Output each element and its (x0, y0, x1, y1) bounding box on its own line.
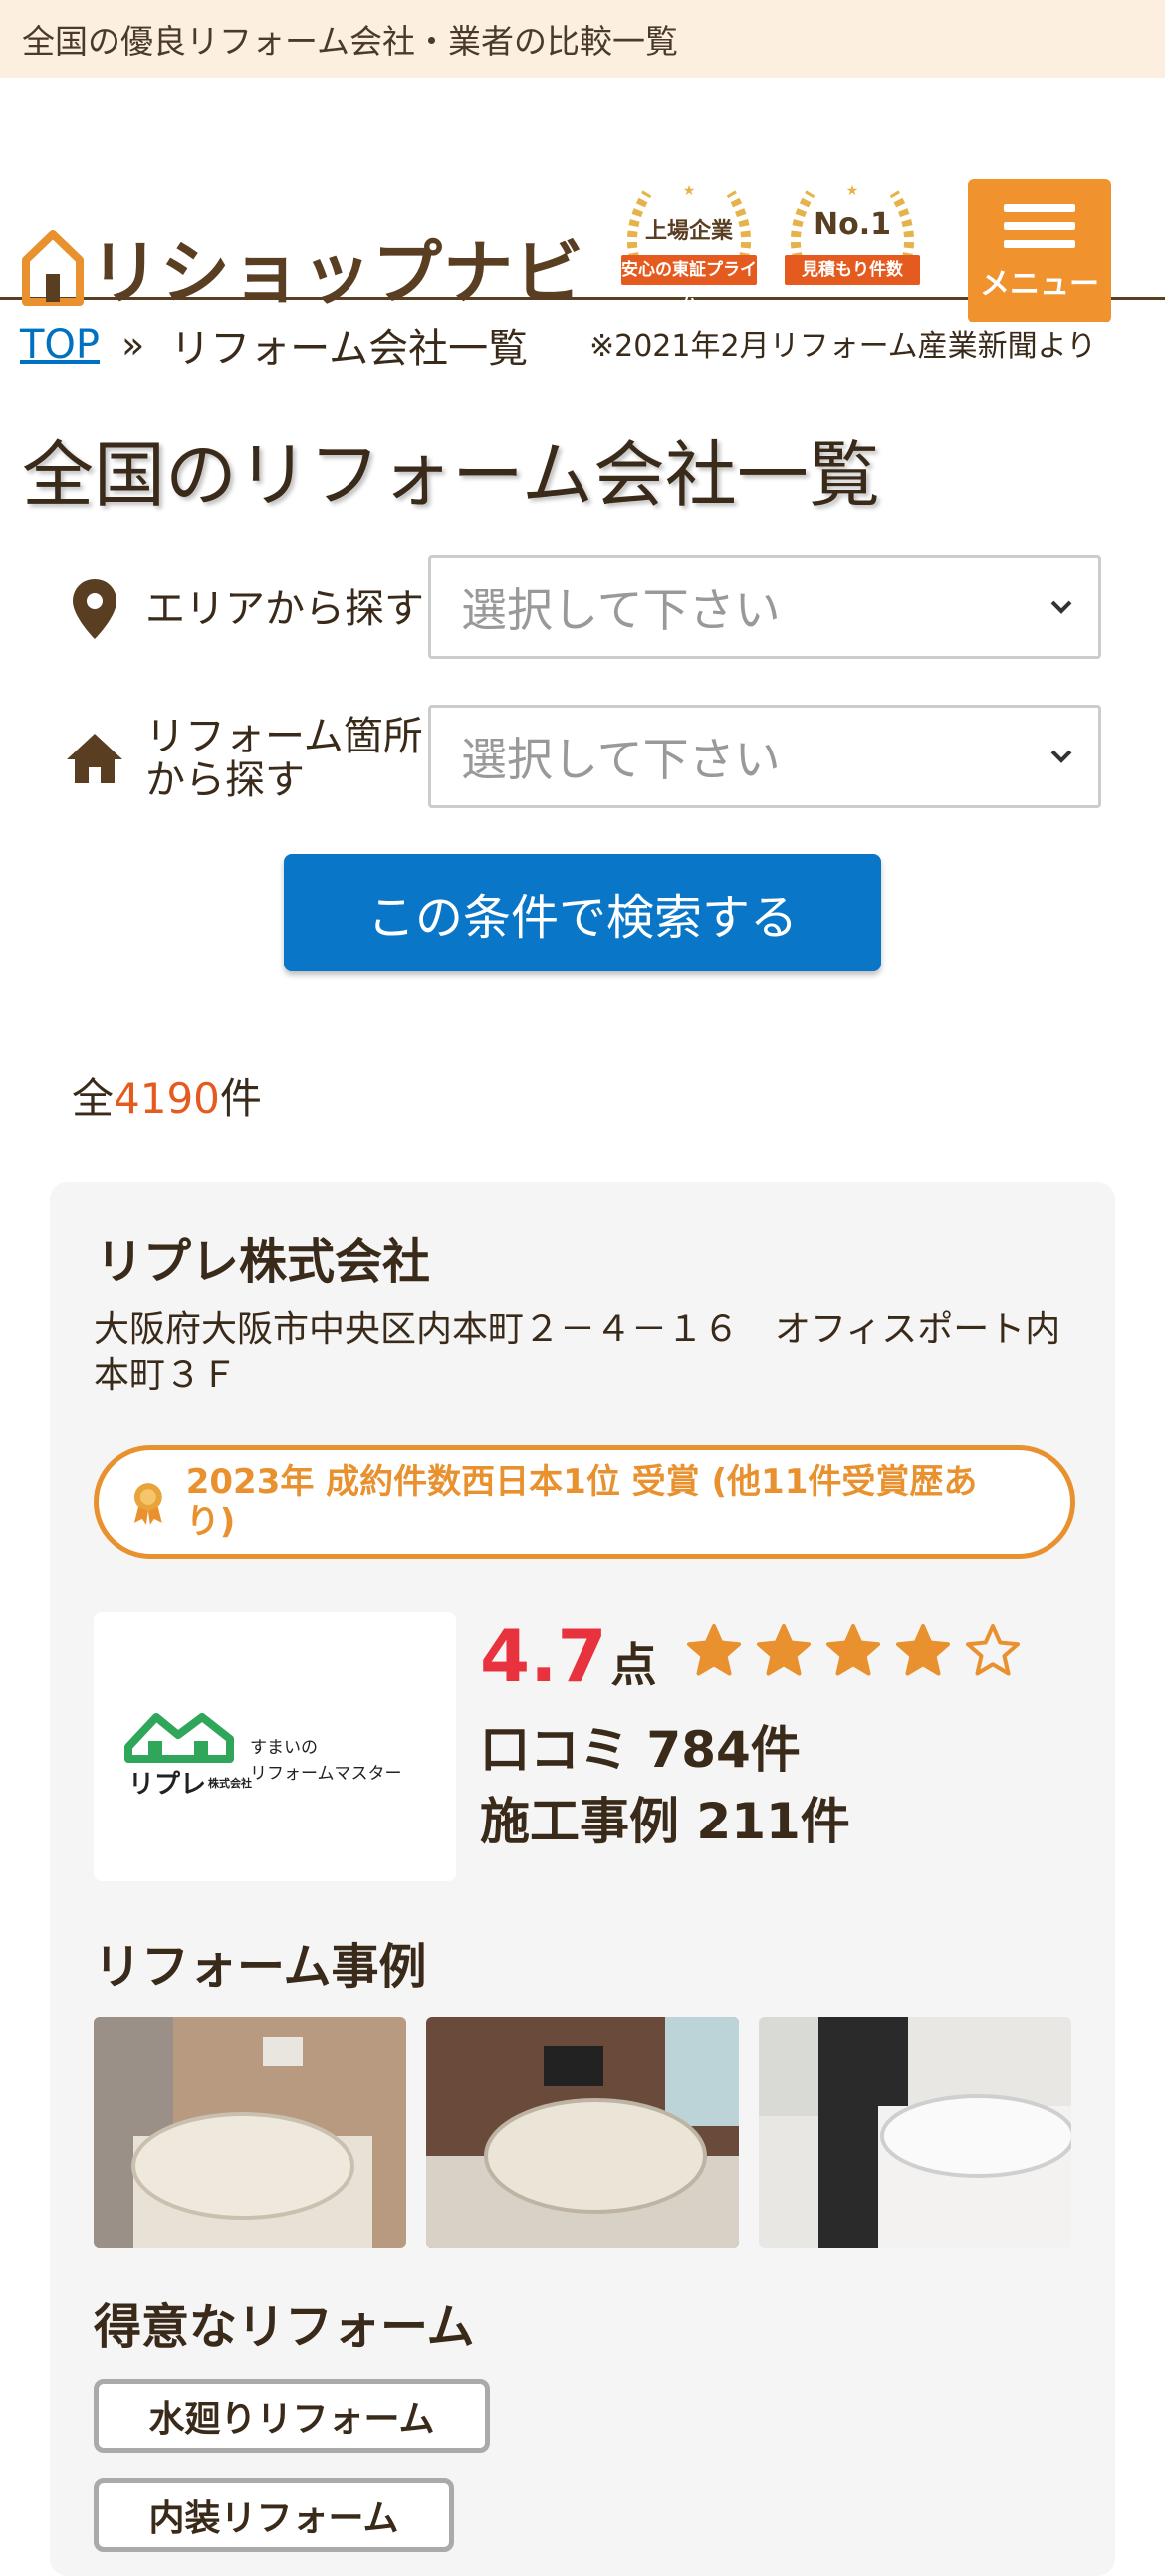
bathtub-photo-2 (426, 2017, 739, 2248)
cases-heading: リフォーム事例 (94, 1939, 427, 1995)
result-count-number: 4190 (114, 1074, 220, 1123)
logo-text: リショップナビ (90, 232, 584, 314)
part-filter-label: リフォーム箇所から探す (145, 714, 423, 803)
specialty-tag[interactable]: 内装リフォーム (94, 2478, 454, 2552)
award-badges: ★ 上場企業 安心の東証プライム ★ No.1 見積もり件数 (613, 179, 928, 310)
star-filled-icon (756, 1624, 811, 1676)
part-select[interactable]: 選択して下さい (428, 705, 1101, 808)
company-name[interactable]: リプレ株式会社 (96, 1222, 430, 1292)
specialty-heading: 得意なリフォーム (94, 2299, 475, 2355)
review-count[interactable]: 口コミ 784件 (480, 1710, 801, 1782)
hamburger-icon-bar (1004, 222, 1075, 230)
badge-ribbon: 見積もり件数 (785, 255, 920, 285)
medal-icon (133, 1483, 162, 1525)
chevron-down-icon (1050, 600, 1072, 614)
area-select-placeholder: 選択して下さい (461, 583, 781, 637)
rating-row: 4.7 点 (480, 1614, 1024, 1698)
menu-label: メニュー (980, 267, 1099, 302)
company-logo-tagline-1: すまいの (250, 1738, 318, 1758)
source-note: ※2021年2月リフォーム産業新聞より (589, 329, 1097, 364)
map-pin-icon (73, 579, 116, 639)
badge-title: 上場企業 (644, 219, 733, 244)
bathtub-photo-1 (94, 2017, 406, 2248)
menu-button[interactable]: メニュー (968, 179, 1111, 322)
star-empty-icon (965, 1624, 1020, 1676)
case-count[interactable]: 施工事例 211件 (480, 1782, 850, 1853)
breadcrumb-current: リフォーム会社一覧 (170, 326, 529, 372)
rating-score: 4.7 (480, 1614, 607, 1698)
badge-title: No.1 (814, 207, 891, 242)
star-filled-icon (686, 1624, 741, 1676)
company-logo-name: リプレ (128, 1770, 206, 1800)
specialty-tag[interactable]: 水廻りリフォーム (94, 2379, 490, 2453)
company-logo-suffix: 株式会社 (208, 1776, 252, 1790)
star-filled-icon (895, 1624, 950, 1676)
star-rating (683, 1621, 1024, 1681)
chevron-down-icon (1050, 750, 1072, 763)
no1-badge: ★ No.1 見積もり件数 (777, 179, 928, 301)
company-card[interactable]: リプレ株式会社 大阪府大阪市中央区内本町２－４－１６ オフィスポート内本町３Ｆ … (50, 1182, 1115, 2576)
case-photo[interactable] (759, 2017, 1071, 2248)
star-filled-icon (825, 1624, 880, 1676)
site-logo[interactable]: リショップナビ (22, 217, 584, 318)
breadcrumb-top-link[interactable]: TOP (20, 322, 100, 368)
top-banner: 全国の優良リフォーム会社・業者の比較一覧 (0, 0, 1165, 78)
result-count: 全4190件 (72, 1065, 262, 1126)
award-text: 2023年 成約件数西日本1位 受賞 (他11件受賞歴あり) (185, 1462, 978, 1542)
area-filter-label: エリアから探す (145, 586, 424, 632)
company-logo: リプレ 株式会社 すまいの リフォームマスター (94, 1612, 456, 1881)
bathtub-photo-3 (759, 2017, 1071, 2248)
company-address: 大阪府大阪市中央区内本町２－４－１６ オフィスポート内本町３Ｆ (94, 1309, 1061, 1395)
svg-text:★: ★ (846, 183, 859, 199)
area-filter-row: エリアから探す 選択して下さい (60, 555, 1105, 663)
badge-ribbon: 安心の東証プライム (621, 255, 757, 310)
page-title: 全国のリフォーム会社一覧 (22, 433, 880, 517)
part-filter-row: リフォーム箇所から探す 選択して下さい (60, 705, 1105, 812)
case-photo[interactable] (426, 2017, 739, 2248)
case-photo[interactable] (94, 2017, 406, 2248)
house-logo-icon (22, 229, 84, 306)
part-select-placeholder: 選択して下さい (461, 733, 781, 786)
svg-text:★: ★ (683, 183, 696, 199)
rating-unit: 点 (610, 1638, 657, 1692)
breadcrumb-separator: » (121, 323, 145, 367)
breadcrumb: TOP » リフォーム会社一覧 (20, 317, 528, 374)
company-logo-image: リプレ 株式会社 すまいの リフォームマスター (124, 1713, 402, 1800)
result-count-suffix: 件 (219, 1074, 262, 1123)
listed-company-badge: ★ 上場企業 安心の東証プライム (613, 179, 765, 310)
area-select[interactable]: 選択して下さい (428, 555, 1101, 659)
award-pill: 2023年 成約件数西日本1位 受賞 (他11件受賞歴あり) (94, 1445, 1075, 1559)
hamburger-icon-bar (1004, 240, 1075, 248)
site-header: リショップナビ ★ 上場企業 安心の東証プライム ★ No.1 見積もり件数 メ… (0, 78, 1165, 364)
tagline: 全国の優良リフォーム会社・業者の比較一覧 (22, 22, 679, 61)
search-button[interactable]: この条件で検索する (284, 854, 881, 971)
home-icon (67, 734, 122, 783)
result-count-prefix: 全 (72, 1074, 115, 1123)
hamburger-icon (1004, 204, 1075, 212)
company-logo-tagline-2: リフォームマスター (250, 1764, 402, 1784)
